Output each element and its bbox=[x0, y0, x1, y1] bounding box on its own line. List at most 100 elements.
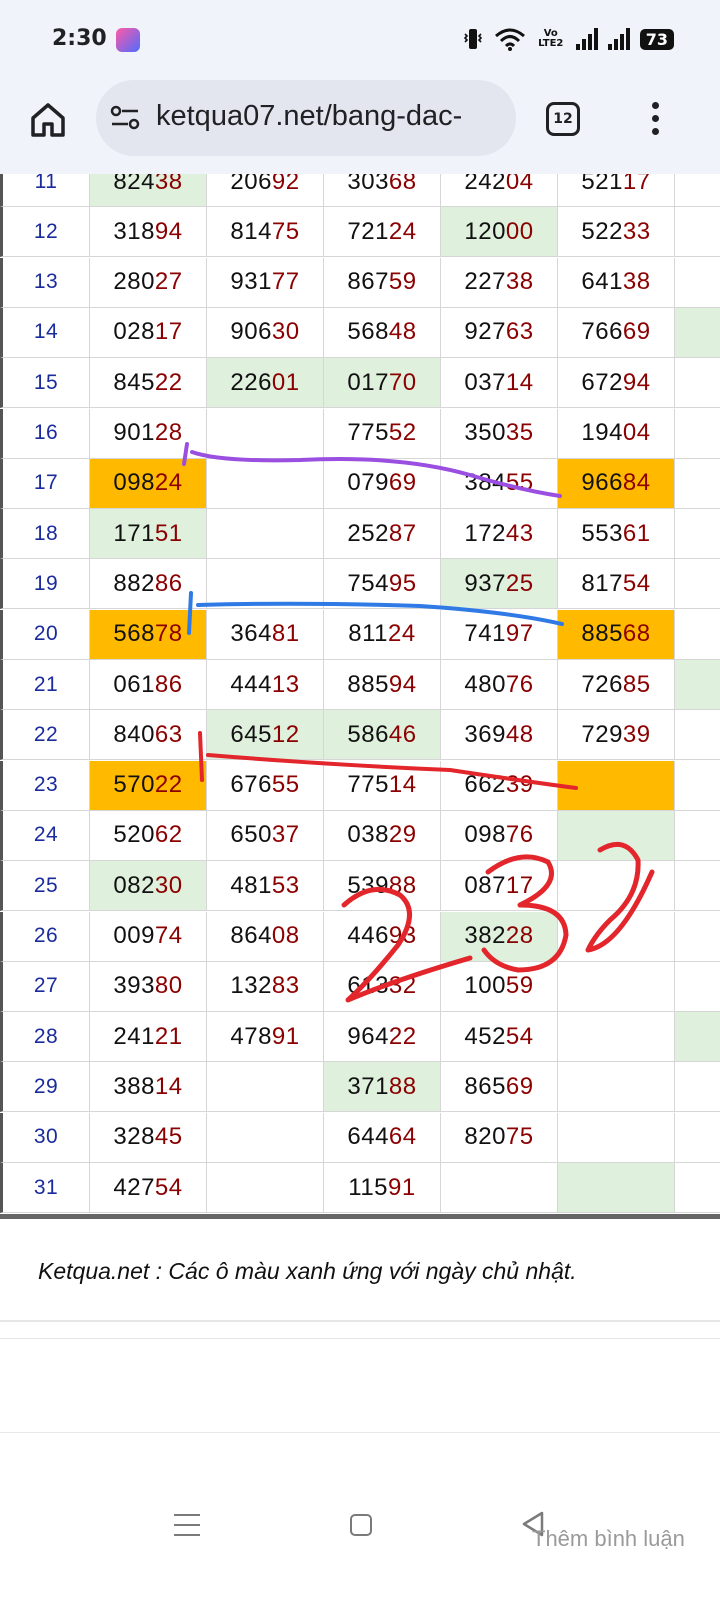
url-bar[interactable]: ketqua07.net/bang-dac- bbox=[96, 80, 516, 156]
result-cell: 009 74 bbox=[90, 911, 207, 962]
recent-apps-icon[interactable] bbox=[174, 1514, 200, 1536]
result-cell: 037 14 bbox=[441, 358, 558, 409]
day-number: 16 bbox=[0, 408, 90, 459]
result-cell bbox=[675, 811, 720, 861]
result-cell bbox=[207, 1112, 324, 1163]
result-head-digits: 676 bbox=[230, 771, 272, 799]
result-head-digits: 079 bbox=[347, 469, 389, 497]
result-head-digits: 100 bbox=[464, 972, 506, 1000]
day-number: 13 bbox=[0, 257, 90, 308]
result-cell bbox=[675, 207, 720, 258]
result-cell: 172 43 bbox=[441, 509, 558, 560]
result-tail-digits: 30 bbox=[271, 318, 300, 346]
signal-icon-2 bbox=[607, 28, 630, 50]
result-tail-digits: 55 bbox=[271, 771, 300, 799]
result-head-digits: 452 bbox=[464, 1022, 506, 1050]
result-head-digits: 382 bbox=[464, 922, 506, 949]
result-tail-digits: 86 bbox=[154, 569, 183, 597]
status-icons: Vo LTE2 73 bbox=[462, 26, 674, 52]
result-tail-digits: 33 bbox=[622, 217, 651, 245]
result-cell: 885 94 bbox=[324, 660, 441, 710]
result-head-digits: 242 bbox=[464, 174, 506, 195]
result-tail-digits: 69 bbox=[388, 469, 417, 497]
result-head-digits: 840 bbox=[113, 720, 155, 748]
site-settings-icon[interactable] bbox=[110, 104, 142, 132]
result-head-digits: 364 bbox=[230, 620, 272, 648]
table-row: 21 061 86 444 13 885 94 480 76 726 85 bbox=[0, 660, 720, 710]
result-tail-digits: 76 bbox=[505, 670, 534, 698]
result-head-digits: 867 bbox=[347, 268, 389, 296]
table-row: 27 393 80 132 83 613 32 100 59 bbox=[0, 961, 720, 1012]
result-cell bbox=[675, 912, 720, 962]
result-tail-digits: 35 bbox=[505, 419, 534, 446]
result-head-digits: 171 bbox=[113, 519, 155, 547]
result-tail-digits: 77 bbox=[271, 268, 300, 296]
result-cell: 478 91 bbox=[207, 1012, 324, 1063]
result-head-digits: 132 bbox=[230, 972, 272, 1000]
result-cell bbox=[675, 610, 720, 660]
result-cell bbox=[558, 911, 675, 962]
network-type-label: Vo LTE2 bbox=[538, 28, 564, 49]
result-head-digits: 520 bbox=[113, 821, 155, 849]
result-cell bbox=[441, 1163, 558, 1213]
result-head-digits: 885 bbox=[347, 670, 389, 698]
result-head-digits: 098 bbox=[113, 469, 155, 497]
result-head-digits: 927 bbox=[464, 318, 506, 346]
day-number: 15 bbox=[0, 358, 90, 409]
result-tail-digits: 14 bbox=[505, 368, 534, 396]
result-head-digits: 864 bbox=[230, 922, 272, 949]
result-cell: 194 04 bbox=[558, 408, 675, 459]
result-cell: 369 48 bbox=[441, 710, 558, 761]
vibrate-icon bbox=[463, 29, 482, 49]
day-number: 18 bbox=[0, 509, 90, 560]
result-cell: 328 45 bbox=[90, 1112, 207, 1163]
result-cell bbox=[675, 761, 720, 811]
result-cell bbox=[675, 358, 720, 409]
result-head-digits: 964 bbox=[347, 1022, 389, 1050]
result-tail-digits: 68 bbox=[388, 174, 417, 195]
table-row: 26 009 74 864 08 446 93 382 28 bbox=[0, 911, 720, 962]
result-head-digits: 252 bbox=[347, 519, 389, 547]
day-number: 21 bbox=[0, 660, 90, 710]
result-head-digits: 226 bbox=[230, 368, 272, 396]
status-bar: 2:30 Vo LTE2 73 bbox=[0, 0, 720, 80]
result-cell: 384 55 bbox=[441, 458, 558, 509]
result-cell: 206 92 bbox=[207, 174, 324, 207]
result-head-digits: 521 bbox=[581, 174, 623, 195]
result-cell bbox=[558, 1012, 675, 1063]
result-head-digits: 115 bbox=[348, 1173, 389, 1201]
nav-home-icon[interactable] bbox=[350, 1514, 372, 1536]
result-cell: 539 88 bbox=[324, 861, 441, 912]
result-cell bbox=[675, 258, 720, 308]
result-cell: 481 53 bbox=[207, 861, 324, 912]
result-head-digits: 017 bbox=[347, 368, 389, 396]
result-tail-digits: 95 bbox=[388, 569, 417, 597]
add-comment-link[interactable]: Thêm bình luận bbox=[532, 1526, 685, 1552]
table-row: 23 570 22 676 55 775 14 662 39 bbox=[0, 760, 720, 811]
result-tail-digits: 63 bbox=[505, 318, 534, 346]
result-tail-digits: 01 bbox=[271, 368, 300, 396]
home-icon[interactable] bbox=[28, 100, 68, 140]
result-tail-digits: 80 bbox=[154, 972, 183, 1000]
tab-switcher-button[interactable]: 12 bbox=[546, 102, 580, 136]
result-head-digits: 901 bbox=[113, 419, 155, 446]
table-row: 19 882 86 754 95 937 25 817 54 bbox=[0, 559, 720, 610]
result-head-digits: 028 bbox=[113, 318, 155, 346]
result-head-digits: 865 bbox=[464, 1072, 506, 1100]
result-cell: 098 76 bbox=[441, 810, 558, 861]
result-cell: 017 70 bbox=[324, 358, 441, 409]
result-tail-digits: 24 bbox=[388, 217, 417, 245]
result-cell: 364 81 bbox=[207, 609, 324, 660]
result-cell bbox=[675, 409, 720, 459]
result-cell: 227 38 bbox=[441, 257, 558, 308]
result-cell: 252 87 bbox=[324, 509, 441, 560]
result-cell: 814 75 bbox=[207, 207, 324, 258]
result-tail-digits: 39 bbox=[622, 720, 651, 748]
result-cell: 867 59 bbox=[324, 257, 441, 308]
more-menu-icon[interactable] bbox=[648, 98, 662, 142]
result-cell: 820 75 bbox=[441, 1112, 558, 1163]
result-cell: 766 69 bbox=[558, 307, 675, 358]
result-tail-digits: 74 bbox=[154, 922, 183, 949]
day-number: 12 bbox=[0, 207, 90, 258]
result-cell: 303 68 bbox=[324, 174, 441, 207]
